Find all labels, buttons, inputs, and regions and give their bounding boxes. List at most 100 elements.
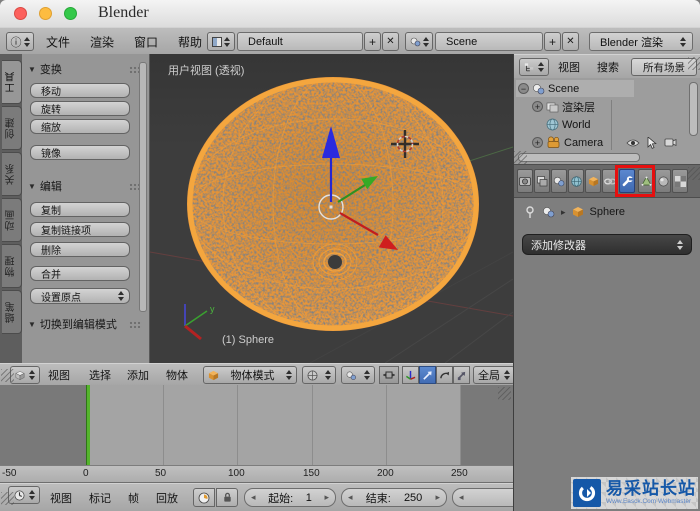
screen-layout-field[interactable]: Default — [237, 32, 363, 51]
minimize-window-button[interactable] — [39, 7, 52, 20]
selectable-cursor-icon[interactable] — [647, 136, 657, 149]
tl-menu-view[interactable]: 视图 — [50, 490, 72, 506]
current-frame-field[interactable]: ◂ — [452, 488, 513, 507]
object-cube-icon[interactable] — [572, 206, 584, 218]
add-scene-button[interactable]: + — [544, 32, 561, 51]
render-restrict-camera-icon[interactable] — [664, 137, 677, 148]
expand-toggle-icon[interactable]: + — [532, 137, 543, 148]
outliner-hscrollbar[interactable] — [518, 153, 640, 162]
tab-texture[interactable] — [672, 169, 688, 193]
scene-icon[interactable] — [542, 206, 555, 218]
delete-scene-button[interactable]: ✕ — [562, 32, 579, 51]
manipulator-rotate-button[interactable] — [436, 366, 453, 384]
timeline-editor[interactable] — [0, 385, 513, 465]
stepper-left-icon[interactable]: ◂ — [348, 492, 353, 503]
close-window-button[interactable] — [14, 7, 27, 20]
preview-range-clock-button[interactable] — [193, 488, 215, 507]
menu-help[interactable]: 帮助 — [178, 33, 202, 50]
tab-render[interactable] — [517, 169, 533, 193]
rotate-button[interactable]: 旋转 — [30, 101, 130, 116]
sphere-object[interactable] — [187, 77, 479, 331]
pin-icon[interactable] — [524, 205, 536, 219]
shelf-tab-tools[interactable]: 工具 — [2, 60, 22, 104]
mirror-button[interactable]: 镜像 — [30, 145, 130, 160]
delete-button[interactable]: 删除 — [30, 242, 130, 257]
pivot-dropdown[interactable] — [341, 366, 375, 384]
frame-start-field[interactable]: ◂ 起始: 1 ▸ — [244, 488, 336, 507]
eye-icon[interactable] — [626, 138, 640, 148]
duplicate-button[interactable]: 复制 — [30, 202, 130, 217]
tab-object[interactable] — [585, 169, 601, 193]
mode-dropdown[interactable]: 物体模式 — [203, 366, 297, 384]
vp-menu-view[interactable]: 视图 — [48, 367, 70, 383]
shelf-tab-create[interactable]: 创建 — [2, 106, 22, 150]
tl-menu-marker[interactable]: 标记 — [89, 490, 111, 506]
screen-layout-browse-button[interactable] — [207, 32, 235, 51]
manipulator-translate-button[interactable] — [419, 366, 436, 384]
panel-header-toggle-editmode[interactable]: ▼ 切换到编辑模式 — [28, 316, 142, 332]
editor-type-3dview-button[interactable] — [10, 366, 40, 384]
shelf-tab-grease-pencil[interactable]: 蜡笔 — [2, 290, 22, 334]
maximize-window-button[interactable] — [64, 7, 77, 20]
resize-grip[interactable] — [1, 369, 14, 382]
stepper-right-icon[interactable]: ▸ — [435, 492, 440, 503]
outliner-item-scene[interactable]: − Scene — [518, 80, 579, 97]
vp-menu-add[interactable]: 添加 — [127, 367, 149, 383]
lock-button[interactable] — [216, 488, 238, 507]
shelf-tab-animation[interactable]: 动画 — [2, 198, 22, 242]
timeline-ruler[interactable]: -50 0 50 100 150 200 250 — [0, 465, 513, 483]
frame-end-field[interactable]: ◂ 结束: 250 ▸ — [341, 488, 447, 507]
vp-menu-object[interactable]: 物体 — [166, 367, 188, 383]
viewport-3d[interactable]: y 用户视图 (透视) (1) Sphere — [150, 54, 513, 363]
menu-file[interactable]: 文件 — [46, 33, 70, 50]
outliner-item-world[interactable]: World — [546, 116, 591, 133]
orientation-dropdown[interactable]: 全局 — [473, 366, 515, 384]
expand-toggle-icon[interactable]: + — [532, 101, 543, 112]
tab-render-layers[interactable] — [534, 169, 550, 193]
shading-dropdown[interactable] — [302, 366, 336, 384]
tab-material[interactable] — [655, 169, 671, 193]
panel-header-edit[interactable]: ▼ 编辑 — [28, 178, 142, 194]
resize-grip[interactable] — [514, 151, 527, 164]
stepper-left-icon[interactable]: ◂ — [459, 492, 464, 503]
shelf-scrollbar[interactable] — [139, 62, 147, 312]
move-button[interactable]: 移动 — [30, 83, 130, 98]
panel-header-transform[interactable]: ▼ 变换 — [28, 61, 142, 77]
delete-layout-button[interactable]: ✕ — [382, 32, 399, 51]
add-modifier-dropdown[interactable]: 添加修改器 — [522, 234, 692, 255]
tl-menu-frame[interactable]: 帧 — [128, 490, 139, 506]
menu-render[interactable]: 渲染 — [90, 33, 114, 50]
set-origin-dropdown[interactable]: 设置原点 — [30, 288, 130, 304]
editor-type-outliner-button[interactable] — [519, 58, 549, 76]
editor-type-info-button[interactable]: ⓘ — [6, 32, 34, 51]
resize-grip[interactable] — [688, 167, 700, 180]
join-button[interactable]: 合并 — [30, 266, 130, 281]
add-layout-button[interactable]: + — [364, 32, 381, 51]
tab-scene[interactable] — [551, 169, 567, 193]
manipulator-axes-button[interactable] — [402, 366, 419, 384]
render-engine-dropdown[interactable]: Blender 渲染 — [589, 32, 693, 51]
menu-window[interactable]: 窗口 — [134, 33, 158, 50]
stepper-right-icon[interactable]: ▸ — [324, 492, 329, 503]
scene-browse-button[interactable] — [405, 32, 433, 51]
tab-world[interactable] — [568, 169, 584, 193]
vp-menu-select[interactable]: 选择 — [89, 367, 111, 383]
duplicate-linked-button[interactable]: 复制链接项 — [30, 222, 130, 237]
manipulator-scale-button[interactable] — [453, 366, 470, 384]
outliner-item-camera[interactable]: + Camera — [532, 134, 603, 151]
current-frame-playhead[interactable] — [86, 385, 90, 465]
outliner-vscrollbar[interactable] — [689, 82, 698, 136]
panel-grip-icon[interactable] — [129, 320, 142, 328]
manipulator-toggle-button[interactable] — [379, 366, 399, 384]
outliner-menu-view[interactable]: 视图 — [558, 59, 580, 75]
collapse-toggle-icon[interactable]: − — [518, 83, 529, 94]
outliner-menu-search[interactable]: 搜索 — [597, 59, 619, 75]
resize-grip[interactable] — [688, 57, 700, 70]
scene-field[interactable]: Scene — [435, 32, 543, 51]
stepper-left-icon[interactable]: ◂ — [251, 492, 256, 503]
resize-grip[interactable] — [1, 492, 14, 505]
outliner-item-render-layers[interactable]: + 渲染层 — [532, 98, 595, 115]
shelf-tab-physics[interactable]: 物理 — [2, 244, 22, 288]
shelf-tab-relations[interactable]: 关系 — [2, 152, 22, 196]
tl-menu-playback[interactable]: 回放 — [156, 490, 178, 506]
